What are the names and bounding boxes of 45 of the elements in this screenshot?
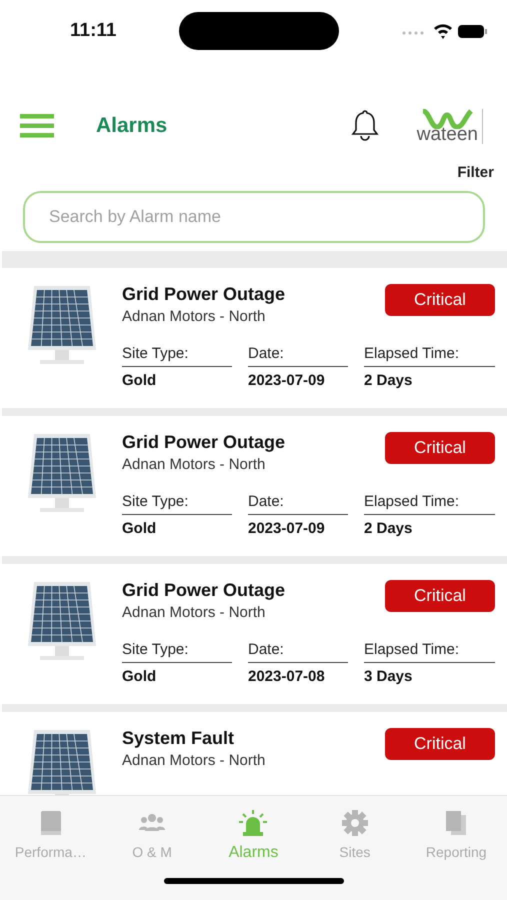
- alarm-name: Grid Power Outage: [122, 580, 286, 601]
- field-value: 2 Days: [364, 371, 414, 389]
- field-value: 2 Days: [364, 519, 414, 537]
- alarm-name: System Fault: [122, 728, 236, 749]
- battery-icon: [458, 25, 487, 38]
- severity-badge: Critical: [385, 284, 495, 316]
- field-value: 2023-07-08: [248, 667, 326, 685]
- signal-icon: [402, 32, 424, 34]
- severity-badge: Critical: [385, 580, 495, 612]
- field-value: 3 Days: [364, 667, 414, 685]
- field-value: Gold: [122, 371, 158, 389]
- alarm-card[interactable]: Grid Power Outage Adnan Motors - North Critical Site Type: Gold Date: 2023-07-09 Elapsed Time: 2 Days: [2, 268, 507, 408]
- search-field[interactable]: Search by Alarm name: [23, 191, 485, 243]
- siren-icon: [238, 808, 268, 838]
- field-label: Elapsed Time:: [364, 641, 495, 663]
- field-label: Elapsed Time:: [364, 493, 495, 515]
- site-name: Adnan Motors - North: [122, 752, 266, 769]
- site-name: Adnan Motors - North: [122, 604, 266, 621]
- site-name: Adnan Motors - North: [122, 308, 266, 325]
- field-label: Site Type:: [122, 641, 232, 663]
- page-title: Alarms: [96, 114, 168, 138]
- field-label: Date:: [248, 493, 348, 515]
- wifi-icon: [434, 24, 452, 39]
- alarm-card[interactable]: System Fault Adnan Motors - North Critical: [2, 712, 507, 795]
- alarm-card[interactable]: Grid Power Outage Adnan Motors - North Critical Site Type: Gold Date: 2023-07-08 Elapsed Time: 3 Days: [2, 564, 507, 704]
- filter-link[interactable]: Filter: [457, 164, 494, 181]
- field-label: Site Type:: [122, 345, 232, 367]
- field-label: Site Type:: [122, 493, 232, 515]
- field-value: 2023-07-09: [248, 519, 326, 537]
- field-value: Gold: [122, 667, 158, 685]
- alarm-name: Grid Power Outage: [122, 284, 286, 305]
- severity-badge: Critical: [385, 432, 495, 464]
- bell-icon[interactable]: [348, 109, 381, 143]
- field-value: Gold: [122, 519, 158, 537]
- status-time: 11:11: [70, 20, 116, 42]
- logo: wateen: [416, 108, 483, 144]
- severity-badge: Critical: [385, 728, 495, 760]
- alarm-card[interactable]: Grid Power Outage Adnan Motors - North Critical Site Type: Gold Date: 2023-07-09 Elapsed Time: 2 Days: [2, 416, 507, 556]
- site-name: Adnan Motors - North: [122, 456, 266, 473]
- field-label: Date:: [248, 345, 348, 367]
- field-value: 2023-07-09: [248, 371, 326, 389]
- gear-icon: [340, 808, 370, 838]
- alarm-name: Grid Power Outage: [122, 432, 286, 453]
- field-label: Elapsed Time:: [364, 345, 495, 367]
- field-label: Date:: [248, 641, 348, 663]
